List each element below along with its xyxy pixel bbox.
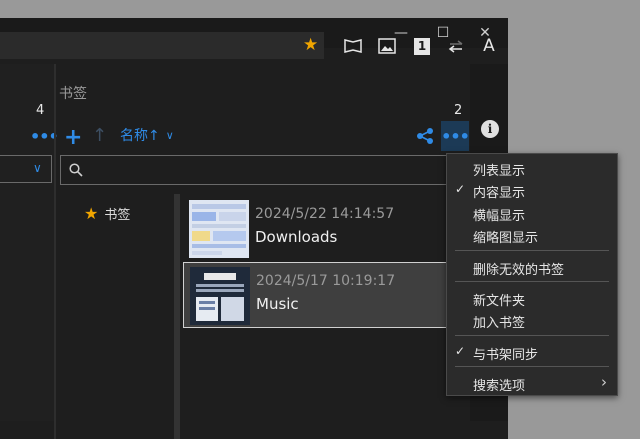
menu-item-new-folder[interactable]: 新文件夹 — [447, 287, 617, 309]
plus-icon: + — [64, 125, 83, 150]
bookmark-date: 2024/5/22 14:14:57 — [255, 206, 395, 222]
image-icon — [378, 38, 396, 54]
bookmarks-panel-title: 书签 — [59, 86, 87, 102]
menu-item-content-view[interactable]: ✓ 内容显示 — [447, 179, 617, 201]
tree-item-bookmarks[interactable]: ★ 书签 — [84, 204, 130, 223]
add-bookmark-button[interactable]: + — [64, 125, 82, 150]
menu-separator — [455, 335, 609, 336]
chevron-down-icon: ∨ — [165, 128, 174, 142]
page-view-icon — [344, 39, 362, 53]
left-panel — [0, 64, 54, 421]
menu-item-thumbnail-view[interactable]: 缩略图显示 — [447, 224, 617, 246]
bookmarks-more-button[interactable]: ••• — [441, 121, 470, 151]
menu-item-add-bookmark[interactable]: 加入书签 — [447, 309, 617, 331]
tree-scrollbar[interactable] — [174, 194, 180, 439]
search-icon — [69, 163, 83, 177]
search-input[interactable] — [60, 155, 470, 185]
bookmark-name: Music — [256, 295, 299, 313]
chevron-right-icon: › — [601, 373, 607, 391]
menu-item-label: 与书架同步 — [473, 348, 539, 363]
bookmark-count: 2 — [454, 103, 463, 118]
sort-label: 名称↑ — [120, 128, 160, 144]
menu-item-search-options[interactable]: 搜索选项 › — [447, 372, 617, 394]
menu-item-delete-invalid[interactable]: 删除无效的书签 — [447, 256, 617, 278]
menu-item-label: 缩略图显示 — [473, 231, 539, 246]
share-icon — [417, 128, 433, 144]
menu-item-label: 内容显示 — [473, 186, 526, 201]
up-arrow-icon: ↑ — [92, 125, 108, 146]
address-bar[interactable] — [0, 32, 324, 59]
bookmark-thumbnail — [189, 200, 249, 258]
menu-item-sync-bookshelf[interactable]: ✓ 与书架同步 — [447, 341, 617, 363]
bookmark-thumbnail — [190, 267, 250, 325]
up-folder-button[interactable]: ↑ — [92, 125, 107, 146]
image-button[interactable] — [372, 33, 402, 59]
menu-item-banner-view[interactable]: 横幅显示 — [447, 202, 617, 224]
info-icon[interactable]: i — [481, 120, 499, 138]
direction-button[interactable] — [441, 33, 471, 59]
chevron-down-icon: ∨ — [33, 161, 42, 175]
check-icon: ✓ — [455, 344, 466, 358]
menu-item-list-view[interactable]: 列表显示 — [447, 157, 617, 179]
tree-item-label: 书签 — [104, 208, 131, 223]
menu-item-label: 列表显示 — [473, 164, 526, 179]
bookmark-entry-selected[interactable]: 2024/5/17 10:19:17 Music — [183, 262, 470, 328]
share-button[interactable] — [416, 127, 434, 149]
menu-separator — [455, 281, 609, 282]
swap-arrows-icon — [448, 40, 463, 53]
star-icon: ★ — [84, 204, 99, 223]
context-menu: 列表显示 ✓ 内容显示 横幅显示 缩略图显示 删除无效的书签 新文件夹 加入书签… — [446, 153, 618, 396]
menu-item-label: 搜索选项 — [473, 379, 526, 394]
menu-separator — [455, 250, 609, 251]
bookmark-entry[interactable]: 2024/5/22 14:14:57 Downloads — [183, 196, 470, 262]
page-view-button[interactable] — [338, 33, 368, 59]
panel-divider[interactable] — [54, 64, 56, 439]
single-page-icon: 1 — [414, 37, 430, 55]
menu-item-label: 新文件夹 — [473, 294, 526, 309]
menu-item-label: 横幅显示 — [473, 209, 526, 224]
left-combo-box[interactable]: ∨ — [0, 155, 52, 183]
sort-dropdown[interactable]: 名称↑ ∨ — [120, 125, 174, 145]
menu-separator — [455, 366, 609, 367]
single-page-button[interactable]: 1 — [407, 33, 437, 59]
favorite-star-icon[interactable]: ★ — [303, 34, 318, 56]
bookmark-name: Downloads — [255, 228, 338, 246]
menu-item-label: 删除无效的书签 — [473, 263, 565, 278]
left-panel-count: 4 — [36, 103, 45, 118]
check-icon: ✓ — [455, 182, 466, 196]
text-settings-button[interactable]: A — [474, 33, 504, 59]
text-settings-icon: A — [483, 36, 495, 56]
menu-item-label: 加入书签 — [473, 316, 526, 331]
bookmark-date: 2024/5/17 10:19:17 — [256, 273, 396, 289]
